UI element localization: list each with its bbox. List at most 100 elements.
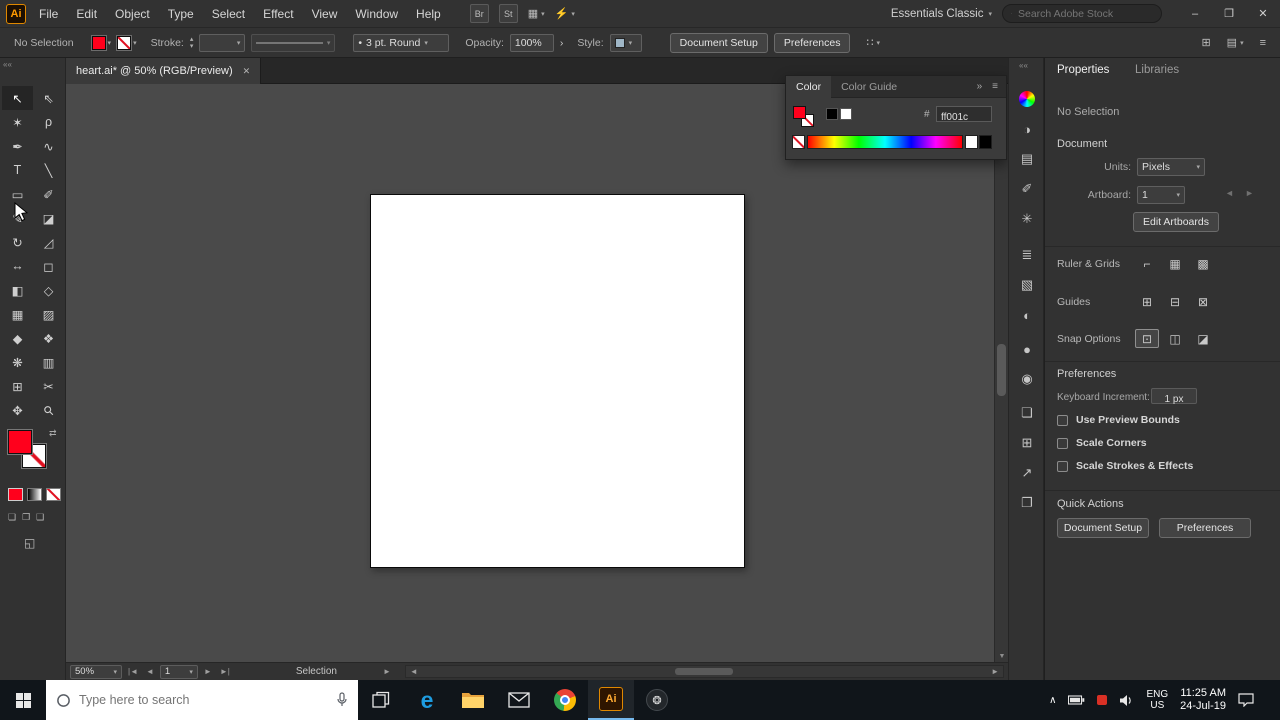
eyedropper-tool[interactable]: ◆ [2,326,33,350]
document-setup-button[interactable]: Document Setup [669,32,768,53]
menu-select[interactable]: Select [203,0,254,28]
fill-proxy-swatch[interactable] [7,429,33,455]
minimize-button[interactable]: – [1178,0,1212,28]
gradient-button[interactable] [27,488,42,501]
task-view-button[interactable] [358,680,404,720]
swatches-panel-icon[interactable]: ▤ [1009,146,1045,172]
artboards-panel-icon[interactable]: ⊞ [1009,430,1045,456]
hex-input[interactable] [937,110,991,125]
opacity-field[interactable] [509,33,554,52]
pen-tool[interactable]: ✒ [2,134,33,158]
scale-strokes-effects-checkbox[interactable] [1057,460,1068,472]
tab-color[interactable]: Color [786,75,832,98]
horizontal-scrollbar[interactable]: ◄ ► [404,665,1004,678]
black-swatch[interactable] [826,108,838,120]
free-transform-tool[interactable]: ◻ [33,254,64,278]
document-tab[interactable]: heart.ai* @ 50% (RGB/Preview) ✕ [66,58,262,84]
none-button[interactable] [46,488,61,501]
perspective-grid-tool[interactable]: ◇ [33,278,64,302]
bridge-icon[interactable]: Br [469,4,489,23]
taskbar-clock[interactable]: 11:25 AM 24-Jul-19 [1180,687,1226,713]
mesh-tool[interactable]: ▦ [2,302,33,326]
tab-properties[interactable]: Properties [1057,64,1109,76]
type-tool[interactable]: T [2,158,33,182]
slice-tool[interactable]: ✂ [33,374,64,398]
adobe-stock-icon[interactable]: St [498,4,518,23]
adobe-stock-search[interactable] [1002,4,1162,23]
panel-options-button[interactable]: ▤ ▾ [1227,36,1244,49]
collapse-panel-icon[interactable]: » [977,81,983,92]
panel-fill-swatch[interactable] [793,106,806,119]
draw-inside-icon[interactable]: ❑ [36,512,44,523]
color-panel-icon[interactable] [1009,86,1045,112]
snap-to-point-icon[interactable]: ◪ [1191,329,1215,348]
paintbrush-tool[interactable]: ✐ [33,182,64,206]
asset-export-panel-icon[interactable]: ↗ [1009,460,1045,486]
graphic-style-dropdown[interactable]: ▾ [609,33,642,52]
menu-view[interactable]: View [303,0,347,28]
color-guide-panel-icon[interactable]: ◑ [1009,116,1045,142]
draw-behind-icon[interactable]: ❐ [22,512,30,523]
previous-artboard-arrow-icon[interactable]: ◄ [1225,188,1234,198]
quick-document-setup-button[interactable]: Document Setup [1057,518,1149,538]
close-tab-icon[interactable]: ✕ [243,66,251,77]
rotate-tool[interactable]: ↻ [2,230,33,254]
eraser-tool[interactable]: ◪ [33,206,64,230]
lock-guides-icon[interactable]: ⊟ [1163,292,1187,311]
panel-menu-icon[interactable]: ≡ [992,81,998,92]
first-artboard-icon[interactable]: |◄ [126,667,140,676]
keyboard-increment-field[interactable] [1151,388,1197,407]
none-color-swatch[interactable] [792,135,805,149]
align-options-button[interactable]: ∷ ▾ [866,36,880,49]
show-rulers-icon[interactable]: ⌐ [1135,254,1159,273]
tab-libraries[interactable]: Libraries [1135,64,1179,76]
screen-mode-icon[interactable]: ◱ [24,536,35,550]
show-transparency-grid-icon[interactable]: ▩ [1191,254,1215,273]
vertical-scrollbar[interactable]: ▲ ▼ [994,84,1008,662]
next-artboard-icon[interactable]: ► [202,667,214,676]
width-tool[interactable]: ↔ [2,254,33,278]
artboard-tool[interactable]: ⊞ [2,374,33,398]
start-button[interactable] [0,680,46,720]
zoom-level-dropdown[interactable]: 50% ▾ [70,664,122,679]
last-artboard-icon[interactable]: ►| [218,667,232,676]
menu-help[interactable]: Help [407,0,450,28]
file-explorer-taskbar-button[interactable] [450,680,496,720]
preferences-button[interactable]: Preferences [773,32,851,53]
menu-file[interactable]: File [30,0,67,28]
workspace-switcher[interactable]: Essentials Classic ▾ [891,8,992,20]
menu-edit[interactable]: Edit [67,0,106,28]
graphic-styles-panel-icon[interactable]: ◉ [1009,366,1045,392]
brush-definition-dropdown[interactable]: • 3 pt. Round ▾ [353,33,450,52]
next-artboard-arrow-icon[interactable]: ► [1245,188,1254,198]
edge-taskbar-button[interactable]: e [404,680,450,720]
opacity-slider-chevron[interactable]: › [560,37,564,49]
blend-tool[interactable]: ❖ [33,326,64,350]
stepper-up-icon[interactable]: ▴ [190,36,194,43]
variable-width-profile-dropdown[interactable]: ▾ [251,33,336,52]
stroke-swatch[interactable] [116,34,133,51]
menu-object[interactable]: Object [106,0,159,28]
tab-color-guide[interactable]: Color Guide [831,76,907,98]
stroke-color-control[interactable]: ▾ [116,34,137,51]
color-spectrum-bar[interactable] [807,135,963,149]
close-button[interactable]: ✕ [1246,0,1280,28]
draw-normal-icon[interactable]: ❏ [8,512,16,523]
opacity-input[interactable] [514,36,549,49]
stroke-weight-stepper[interactable]: ▴ ▾ [190,36,194,50]
hand-tool[interactable]: ✥ [2,398,33,422]
color-button[interactable] [8,488,23,501]
battery-icon[interactable] [1068,695,1085,705]
arrange-documents-button[interactable]: ▦ ▾ [528,7,545,20]
scroll-left-icon[interactable]: ◄ [408,667,420,676]
artboard-navigation-dropdown[interactable]: 1 ▾ [159,664,198,679]
edit-artboards-button[interactable]: Edit Artboards [1133,212,1219,232]
show-hidden-icons-chevron[interactable]: ∧ [1049,695,1056,706]
white-swatch[interactable] [840,108,852,120]
fill-swatch[interactable] [90,34,107,51]
lasso-tool[interactable]: ρ [33,110,64,134]
transparency-panel-icon[interactable]: ◐ [1009,302,1045,328]
stepper-down-icon[interactable]: ▾ [190,43,194,50]
menu-effect[interactable]: Effect [254,0,302,28]
fill-color-control[interactable]: ▾ [90,34,111,51]
